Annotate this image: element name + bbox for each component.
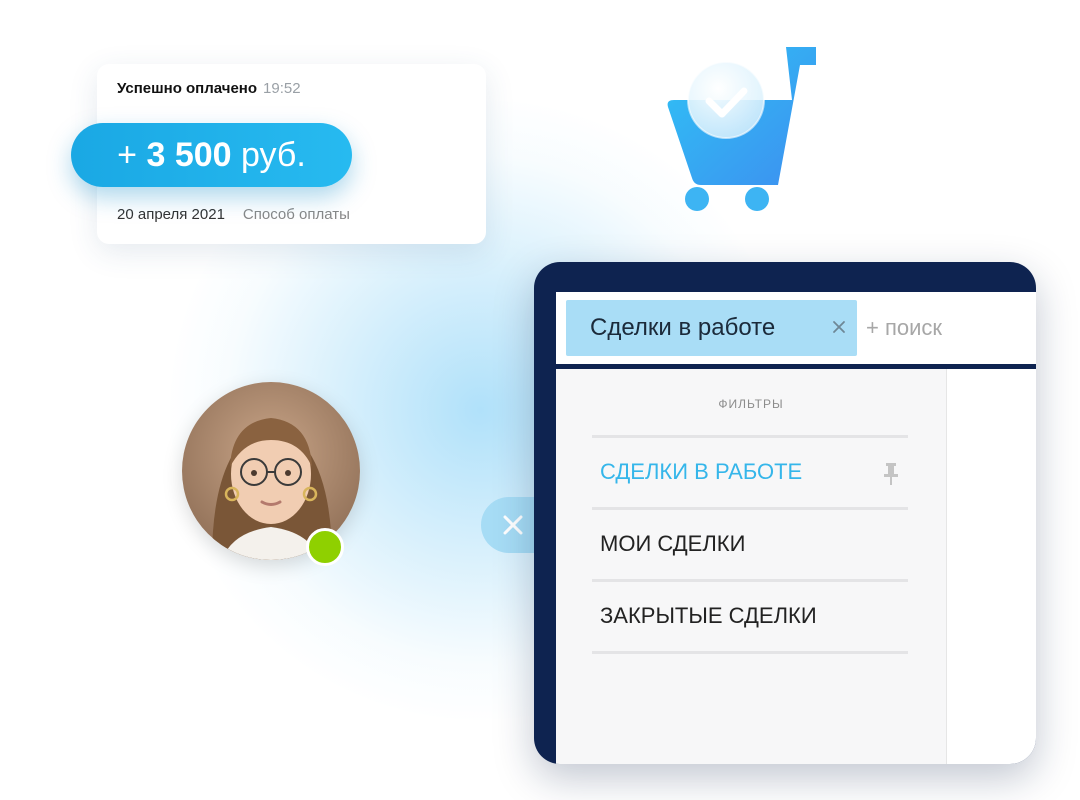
cart-check-icon (667, 47, 816, 211)
online-status-icon (306, 528, 344, 566)
close-icon (503, 515, 523, 535)
filter-item-in-progress[interactable]: СДЕЛКИ В РАБОТЕ (592, 435, 908, 508)
filter-item-label: ЗАКРЫТЫЕ СДЕЛКИ (600, 603, 817, 628)
filter-item-my-deals[interactable]: МОИ СДЕЛКИ (592, 507, 908, 580)
active-filter-chip[interactable]: Сделки в работе (566, 300, 857, 356)
payment-amount-badge: + 3 500 руб. (71, 123, 352, 187)
amount-prefix: + (117, 136, 147, 174)
payment-date: 20 апреля 2021 (117, 206, 225, 223)
stage: Успешно оплачено 19:52 20 апреля 2021 Спос… (0, 0, 1080, 800)
filter-item-label: СДЕЛКИ В РАБОТЕ (600, 459, 803, 484)
payment-status: Успешно оплачено (117, 80, 258, 97)
amount-currency: руб. (231, 136, 306, 174)
chip-close-icon[interactable] (831, 319, 847, 335)
filter-item-label: МОИ СДЕЛКИ (600, 531, 746, 556)
filters-title: ФИЛЬТРЫ (718, 397, 784, 411)
search-bar: Сделки в работе (556, 292, 1036, 364)
search-input[interactable] (866, 300, 1026, 356)
payment-method-link[interactable]: Способ оплаты (243, 206, 350, 223)
list-divider (592, 651, 908, 654)
crm-app-window: Сделки в работе ФИЛЬТРЫ СДЕЛКИ В РАБОТЕ (534, 262, 1036, 764)
pin-icon[interactable] (884, 462, 898, 486)
filter-chip-label: Сделки в работе (590, 314, 776, 341)
content-area (946, 369, 1036, 764)
filters-panel: ФИЛЬТРЫ СДЕЛКИ В РАБОТЕ МОИ СДЕЛКИ ЗАКРЫ… (556, 369, 946, 764)
payment-time: 19:52 (263, 80, 301, 97)
filter-item-closed-deals[interactable]: ЗАКРЫТЫЕ СДЕЛКИ (592, 579, 908, 652)
payment-footer: 20 апреля 2021 Способ оплаты (117, 206, 350, 223)
payment-header: Успешно оплачено 19:52 (117, 80, 301, 97)
amount-value: 3 500 (146, 136, 232, 174)
